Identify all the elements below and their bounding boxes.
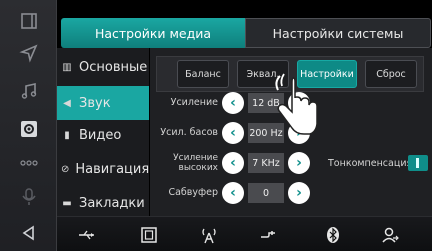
menu-item-video[interactable]: ▮ Видео [57,118,149,152]
music-icon[interactable] [0,76,57,106]
bottom-bar [57,216,432,251]
antenna-radio-icon[interactable] [195,223,223,247]
speaker-icon: ◀ [63,97,71,109]
menu-item-label: Закладки [79,195,145,211]
treble-boost-label: Усиление высоких [173,153,218,173]
bass-increase-button[interactable]: › [288,122,310,144]
more-dots-icon[interactable] [0,148,57,178]
usb-icon[interactable] [73,223,101,247]
sound-subtabs: Баланс Эквал. Настройки Сброс [156,56,424,92]
microphone-icon[interactable] [0,182,57,212]
treble-decrease-button[interactable]: ‹ [222,152,244,174]
gain-value: 12 dB [248,93,284,113]
menu-item-label: Звук [79,95,111,111]
film-strip-icon[interactable] [135,223,163,247]
subtab-reset[interactable]: Сброс [365,60,417,88]
film-icon: ▮ [64,129,70,141]
bass-decrease-button[interactable]: ‹ [222,122,244,144]
row-subwoofer: Сабвуфер ‹ 0 › [150,178,432,208]
menu-item-label: Навигация [75,161,150,177]
left-rail [0,0,57,251]
menu-item-navigation[interactable]: ⊘ Навигация [57,152,149,186]
screen-toggle-icon[interactable] [0,6,57,36]
bass-boost-label: Усил. басов [160,127,218,138]
gain-increase-button[interactable]: › [288,92,310,114]
aux-cable-icon[interactable] [255,223,283,247]
bluetooth-icon[interactable] [319,223,347,247]
gain-decrease-button[interactable]: ‹ [222,92,244,114]
subwoofer-label: Сабвуфер [168,187,218,198]
subwoofer-decrease-button[interactable]: ‹ [222,182,244,204]
bookmark-icon: ▬ [62,197,72,209]
treble-value: 7 KHz [248,153,284,173]
tab-media-settings[interactable]: Настройки медиа [61,18,245,48]
menu-item-sound[interactable]: ◀ Звук [57,86,149,120]
menu-item-label: Видео [79,127,122,143]
row-bass-boost: Усил. басов ‹ 200 Hz › [150,118,432,148]
menu-item-bookmarks[interactable]: ▬ Закладки [57,186,149,220]
subwoofer-value: 0 [248,183,284,203]
user-profile-icon[interactable] [377,223,405,247]
loudness-toggle[interactable] [408,155,428,171]
subtab-balance[interactable]: Баланс [177,60,229,88]
loudness-label: Тонкомпенсация [328,157,413,169]
settings-gear-icon[interactable] [0,114,57,144]
row-gain: Усиление ‹ 12 dB › [150,88,432,118]
sliders-icon: ▥ [62,61,72,73]
compass-icon: ⊘ [61,163,70,175]
settings-tabbar: Настройки медиа Настройки системы [57,18,432,48]
subtab-settings[interactable]: Настройки [297,60,357,88]
menu-item-label: Основные [79,59,148,75]
subwoofer-increase-button[interactable]: › [288,182,310,204]
gain-label: Усиление [170,97,218,108]
treble-increase-button[interactable]: › [288,152,310,174]
row-treble-boost: Усиление высоких ‹ 7 KHz › Тонкомпенсаци… [150,148,432,178]
settings-menu: ▥ Основные ◀ Звук ▮ Видео ⊘ Навигация ▬ … [57,48,149,216]
back-arrow-icon[interactable] [0,218,57,248]
menu-item-general[interactable]: ▥ Основные [57,50,149,84]
bass-value: 200 Hz [248,123,284,143]
navigation-icon[interactable] [0,38,57,68]
tab-system-settings[interactable]: Настройки системы [245,18,431,48]
subtab-equalizer[interactable]: Эквал. [237,60,289,88]
sound-settings-panel: Баланс Эквал. Настройки Сброс Усиление ‹… [150,48,432,216]
